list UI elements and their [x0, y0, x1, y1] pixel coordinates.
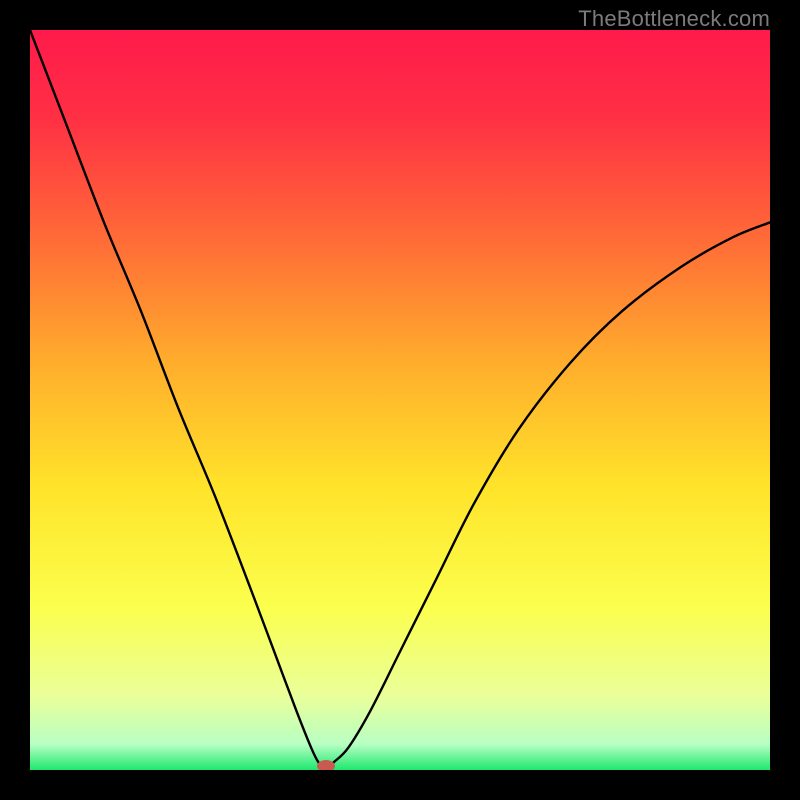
- watermark-text: TheBottleneck.com: [578, 6, 770, 32]
- plot-area: [30, 30, 770, 770]
- bottleneck-chart: [30, 30, 770, 770]
- gradient-background: [30, 30, 770, 770]
- chart-frame: TheBottleneck.com: [0, 0, 800, 800]
